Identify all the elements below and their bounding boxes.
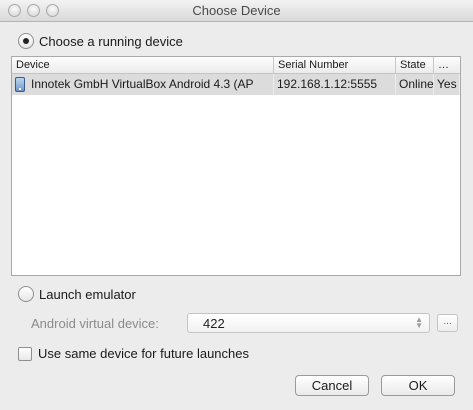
use-same-device-checkbox[interactable] xyxy=(18,346,32,361)
radio-button-unchecked[interactable] xyxy=(18,286,34,302)
column-state[interactable]: State xyxy=(396,57,434,73)
up-down-arrows-icon: ▲ ▼ xyxy=(415,315,423,330)
cancel-button[interactable]: Cancel xyxy=(295,375,369,396)
android-device-icon xyxy=(15,77,25,92)
use-same-device-checkbox-row[interactable]: Use same device for future launches xyxy=(18,346,249,361)
device-name: Innotek GmbH VirtualBox Android 4.3 (AP xyxy=(31,77,254,91)
selected-avd-value: 422 xyxy=(203,316,225,331)
device-cell: Innotek GmbH VirtualBox Android 4.3 (AP xyxy=(12,74,274,95)
launch-emulator-radio[interactable]: Launch emulator xyxy=(18,286,136,302)
ok-button[interactable]: OK xyxy=(381,375,455,396)
launch-emulator-label: Launch emulator xyxy=(39,286,136,302)
use-same-device-label: Use same device for future launches xyxy=(38,346,249,361)
state-cell: Online xyxy=(396,74,434,95)
title-bar: Choose Device xyxy=(0,0,473,22)
android-virtual-device-select[interactable]: 422 ▲ ▼ xyxy=(187,313,430,333)
extra-cell: Yes xyxy=(434,74,460,95)
column-more[interactable]: … xyxy=(434,57,460,73)
table-row[interactable]: Innotek GmbH VirtualBox Android 4.3 (AP … xyxy=(12,74,460,95)
android-virtual-device-label: Android virtual device: xyxy=(31,316,159,331)
choose-running-device-radio[interactable]: Choose a running device xyxy=(18,33,183,49)
column-serial-number[interactable]: Serial Number xyxy=(274,57,396,73)
column-device[interactable]: Device xyxy=(12,57,274,73)
radio-button-checked[interactable] xyxy=(18,33,34,49)
choose-running-device-label: Choose a running device xyxy=(39,33,183,49)
device-table-header: Device Serial Number State … xyxy=(12,57,460,74)
device-table: Device Serial Number State … Innotek Gmb… xyxy=(11,56,461,276)
browse-avd-button[interactable]: ... xyxy=(437,314,458,332)
window-title: Choose Device xyxy=(192,3,281,18)
choose-device-dialog: Choose Device Choose a running device De… xyxy=(0,0,473,410)
serial-number-cell: 192.168.1.12:5555 xyxy=(274,74,396,95)
